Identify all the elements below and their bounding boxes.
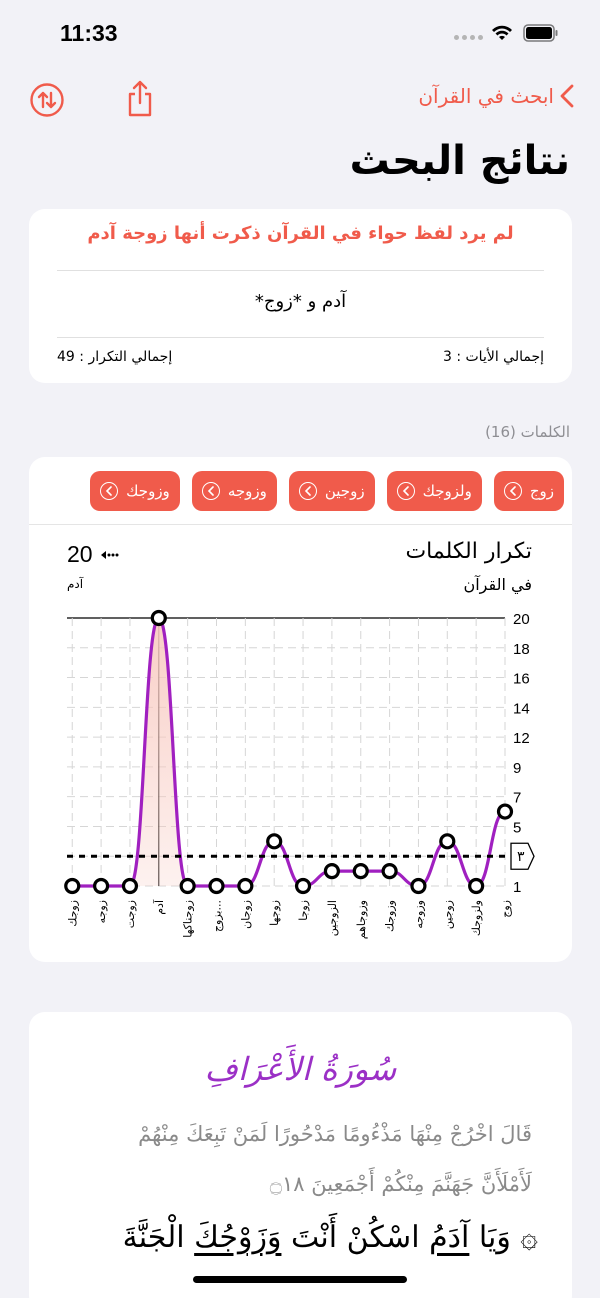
y-tick-label: 9 <box>513 760 521 777</box>
x-tick-label: زوجها <box>268 900 281 926</box>
x-tick-label: وزوجك <box>384 900 397 932</box>
status-time: 11:33 <box>60 20 118 46</box>
data-point <box>92 877 110 895</box>
words-header: الكلمات (16) <box>485 423 570 441</box>
verse-text: اسْكُنْ أَنْتَ <box>281 1220 430 1255</box>
y-tick-label: 1 <box>513 879 521 896</box>
total-repetitions: إجمالي التكرار : 49 <box>57 349 173 365</box>
summary-warning: لم يرد لفظ حواء في القرآن ذكرت أنها زوجة… <box>87 223 514 244</box>
data-point <box>468 877 485 895</box>
y-tick-label: 18 <box>513 641 530 658</box>
y-tick-label: 12 <box>513 730 530 747</box>
data-point <box>150 609 167 627</box>
verse-line: لَأَمْلَأَنَّ جَهَنَّمَ مِنْكُمْ أَجْمَع… <box>269 1172 532 1196</box>
x-tick-label: آدم <box>152 899 166 915</box>
search-query: آدم و *زوج* <box>254 291 347 312</box>
data-point <box>496 803 514 820</box>
words-card: زوج ولزوجك زوجين وزوجه وزوجك تكرار الكلمات ف… <box>29 457 572 962</box>
sort-button[interactable] <box>29 82 65 118</box>
series-line <box>72 616 506 888</box>
divider <box>57 270 544 271</box>
verse-highlighted-line[interactable]: ۞ وَيَا آدَمُ اسْكُنْ أَنْتَ وَزَوْجُكَ … <box>69 1220 538 1255</box>
threshold-badge-label: ٣ <box>517 849 525 865</box>
data-point <box>439 833 456 850</box>
y-tick-label: 16 <box>513 671 530 688</box>
data-point <box>64 877 81 895</box>
summary-stats: إجمالي الأيات : 3 إجمالي التكرار : 49 <box>57 349 544 365</box>
y-tick-label: 7 <box>513 790 521 807</box>
y-tick-label: 5 <box>513 819 521 836</box>
x-tick-label: زوجناكها <box>182 900 195 938</box>
total-verses: إجمالي الأيات : 3 <box>442 349 544 365</box>
verse-text: ۞ وَيَا <box>469 1220 538 1255</box>
share-icon <box>128 80 152 117</box>
share-button[interactable] <box>122 78 158 117</box>
back-label: ابحث في القرآن <box>418 84 554 108</box>
x-tick-label: الزوجين <box>326 900 339 936</box>
x-tick-label: وزوجه <box>412 900 425 929</box>
x-tick-label: زوجا <box>297 900 310 921</box>
navigation-bar: ابحث في القرآن <box>0 70 600 130</box>
data-point <box>294 877 312 895</box>
page-title: نتائج البحث <box>349 138 570 184</box>
wifi-icon <box>492 25 512 40</box>
divider <box>57 337 544 338</box>
verse-card: سُورَةُ الأَعْرَافِ قَالَ اخْرُجْ مِنْهَ… <box>29 1012 572 1298</box>
swap-vertical-icon <box>30 83 64 117</box>
x-tick-label: زوج <box>499 900 512 918</box>
surah-name: سُورَةُ الأَعْرَافِ <box>204 1050 397 1088</box>
home-indicator <box>193 1276 407 1283</box>
data-point <box>410 877 427 895</box>
data-point <box>237 877 254 895</box>
data-point <box>179 877 196 895</box>
back-button[interactable]: ابحث في القرآن <box>418 84 574 108</box>
x-tick-label: زوجه <box>95 900 108 923</box>
verse-text: الْجَنَّةَ <box>122 1220 195 1255</box>
y-tick-label: 20 <box>513 611 530 628</box>
data-point <box>121 877 139 895</box>
highlighted-word: آدَمُ <box>429 1220 470 1255</box>
highlighted-word: وَزَوْجُكَ <box>194 1220 282 1255</box>
x-tick-label: ولزوجك <box>470 900 483 936</box>
x-tick-label: زوجك <box>66 900 79 927</box>
x-tick-label: بزوج... <box>211 900 224 932</box>
summary-card: لم يرد لفظ حواء في القرآن ذكرت أنها زوجة… <box>29 209 572 383</box>
verse-line: قَالَ اخْرُجْ مِنْهَا مَذْءُومًا مَدْحُو… <box>138 1122 532 1146</box>
x-tick-label: وزوجاهم <box>355 900 368 939</box>
word-frequency-chart: 135791214161820٣زوجولزوجكزوجينوزوجهوزوجك… <box>64 609 535 939</box>
x-tick-label: زوجين <box>441 900 454 929</box>
y-tick-label: 14 <box>513 700 530 717</box>
signal-icon <box>454 35 483 40</box>
data-point <box>352 863 369 880</box>
data-point <box>208 877 225 895</box>
x-tick-label: زوجت <box>124 900 137 928</box>
chevron-left-icon <box>560 84 574 108</box>
data-point <box>323 863 340 880</box>
data-point <box>381 863 398 880</box>
status-bar: 11:33 <box>0 0 600 70</box>
data-point <box>266 833 283 850</box>
x-tick-label: زوجان <box>239 900 252 929</box>
battery-icon <box>523 24 558 42</box>
